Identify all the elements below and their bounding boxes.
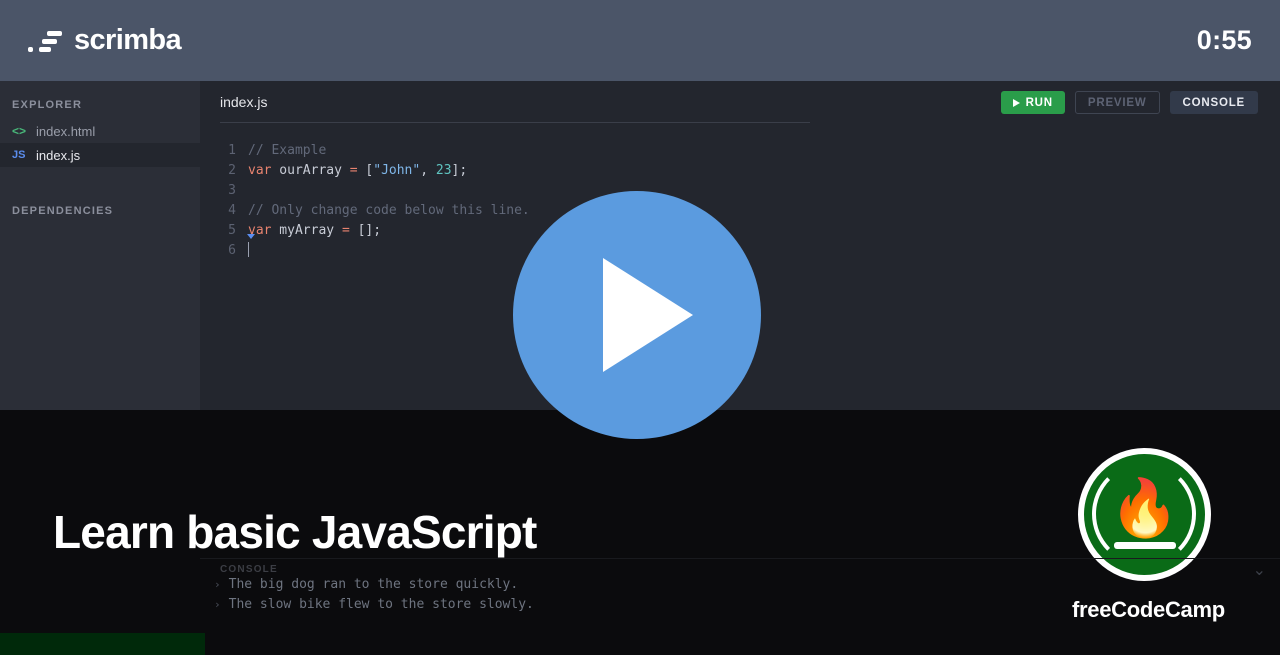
play-icon bbox=[603, 258, 693, 372]
app-root: scrimba 0:55 EXPLORER <> index.html JS i… bbox=[0, 0, 1280, 655]
editor-toolbar: RUN PREVIEW CONSOLE bbox=[1000, 91, 1258, 114]
console-button[interactable]: CONSOLE bbox=[1169, 91, 1258, 114]
logo-bar bbox=[1114, 542, 1176, 549]
console-output: › The big dog ran to the store quickly. › T… bbox=[200, 575, 1280, 615]
code-line: 5 var myArray = []; bbox=[200, 221, 1280, 241]
console-line: › The big dog ran to the store quickly. bbox=[200, 575, 1280, 595]
logo-arc bbox=[1092, 462, 1196, 566]
line-number: 3 bbox=[228, 183, 236, 198]
preview-button[interactable]: PREVIEW bbox=[1074, 91, 1160, 114]
brand-name: scrimba bbox=[74, 24, 182, 56]
sidebar-item-index-js[interactable]: JS index.js bbox=[0, 143, 200, 167]
caret-marker bbox=[247, 234, 255, 239]
file-name: index.js bbox=[36, 147, 81, 163]
code-text: // Example bbox=[248, 143, 327, 158]
chevron-right-icon: › bbox=[214, 578, 221, 591]
line-number: 4 bbox=[228, 203, 236, 218]
app-header: scrimba 0:55 bbox=[0, 0, 1280, 81]
page-title: Learn basic JavaScript bbox=[53, 506, 537, 558]
dependencies-heading: DEPENDENCIES bbox=[12, 205, 114, 217]
line-number: 5 bbox=[228, 223, 236, 238]
chevron-right-icon: › bbox=[214, 598, 221, 611]
console-line-text: The slow bike flew to the store slowly. bbox=[228, 597, 534, 612]
code-text bbox=[247, 234, 255, 261]
progress-fill bbox=[0, 633, 205, 655]
play-button[interactable] bbox=[513, 191, 761, 439]
code-text: var myArray = []; bbox=[248, 223, 382, 238]
html-file-icon: <> bbox=[12, 124, 27, 138]
text-caret bbox=[248, 242, 249, 257]
console-line-text: The big dog ran to the store quickly. bbox=[228, 577, 519, 592]
progress-bar bbox=[0, 633, 1280, 655]
file-explorer-sidebar: EXPLORER <> index.html JS index.js DEPEN… bbox=[0, 81, 200, 410]
tab-index-js[interactable]: index.js bbox=[200, 81, 279, 123]
code-line: 1 // Example bbox=[200, 141, 1280, 161]
code-text: // Only change code below this line. bbox=[248, 203, 530, 218]
brand[interactable]: scrimba bbox=[28, 24, 182, 57]
console-heading: CONSOLE bbox=[220, 564, 278, 575]
sidebar-item-index-html[interactable]: <> index.html bbox=[0, 119, 200, 143]
file-name: index.html bbox=[36, 123, 96, 139]
explorer-heading: EXPLORER bbox=[12, 99, 83, 111]
play-icon bbox=[1012, 98, 1020, 107]
code-area[interactable]: 1 // Example 2 var ourArray = ["John", 23];… bbox=[200, 141, 1280, 261]
console-line: › The slow bike flew to the store slowly. bbox=[200, 595, 1280, 615]
chevron-down-icon[interactable]: ⌄ bbox=[1253, 563, 1266, 579]
scrimba-logo-icon bbox=[28, 28, 62, 54]
code-line: 3 bbox=[200, 181, 1280, 201]
timer: 0:55 bbox=[1196, 25, 1252, 55]
line-number: 2 bbox=[228, 163, 236, 178]
line-number: 6 bbox=[228, 243, 236, 258]
code-line: 4 // Only change code below this line. bbox=[200, 201, 1280, 221]
tab-underline bbox=[220, 122, 810, 123]
code-line: 2 var ourArray = ["John", 23]; bbox=[200, 161, 1280, 181]
line-number: 1 bbox=[228, 143, 236, 158]
editor-tabbar: index.js RUN PREVIEW CONSOLE bbox=[200, 81, 1280, 123]
js-file-icon: JS bbox=[12, 149, 26, 161]
code-text: var ourArray = ["John", 23]; bbox=[248, 163, 468, 178]
run-label: RUN bbox=[1025, 96, 1053, 109]
run-button[interactable]: RUN bbox=[1000, 91, 1065, 114]
